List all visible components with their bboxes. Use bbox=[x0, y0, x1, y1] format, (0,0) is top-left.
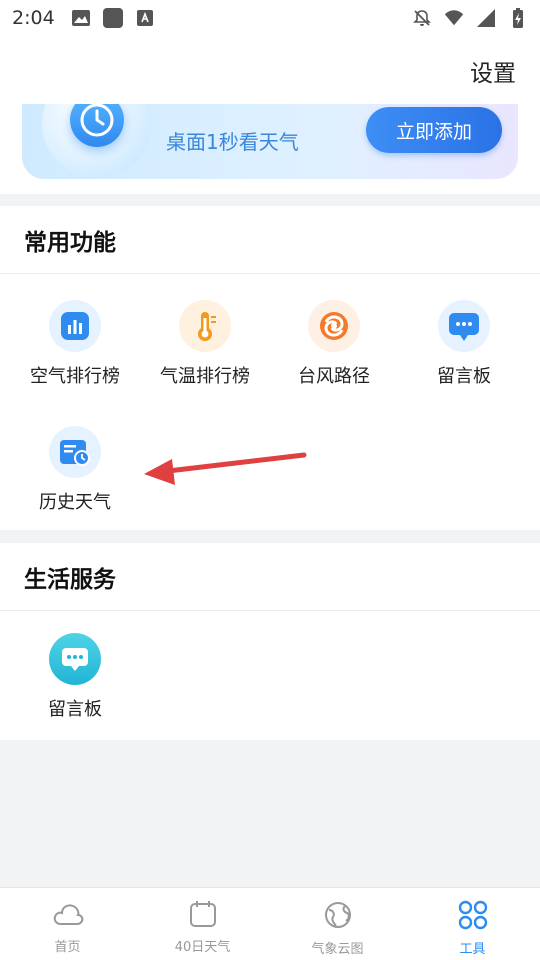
section-title: 生活服务 bbox=[0, 543, 540, 611]
tool-typhoon-path[interactable]: 台风路径 bbox=[269, 300, 399, 400]
add-widget-button[interactable]: 立即添加 bbox=[366, 107, 502, 153]
battery-icon bbox=[508, 8, 528, 28]
service-message-board[interactable]: 留言板 bbox=[10, 633, 140, 733]
tool-history-weather[interactable]: 历史天气 bbox=[10, 426, 140, 526]
tool-message-board[interactable]: 留言板 bbox=[399, 300, 529, 400]
banner-area: 桌面1秒看天气 立即添加 bbox=[0, 104, 540, 194]
calendar-icon bbox=[188, 900, 218, 932]
clock-icon bbox=[42, 104, 152, 178]
widget-banner[interactable]: 桌面1秒看天气 立即添加 bbox=[22, 104, 518, 179]
tool-label: 空气排行榜 bbox=[30, 366, 120, 387]
tab-label: 首页 bbox=[54, 940, 81, 955]
tools-icon bbox=[458, 900, 488, 934]
wifi-icon bbox=[444, 8, 464, 28]
cloud-icon bbox=[52, 900, 84, 932]
top-bar: 设置 bbox=[0, 36, 540, 104]
tool-label: 气温排行榜 bbox=[160, 366, 250, 387]
tool-label: 留言板 bbox=[48, 699, 102, 720]
font-icon bbox=[135, 8, 155, 28]
history-weather-icon bbox=[49, 426, 101, 478]
tab-satellite-cloud[interactable]: 气象云图 bbox=[270, 888, 405, 960]
tool-temperature-ranking[interactable]: 气温排行榜 bbox=[140, 300, 270, 400]
life-services-section: 生活服务 留言板 bbox=[0, 543, 540, 740]
banner-subtitle: 桌面1秒看天气 bbox=[166, 130, 299, 154]
typhoon-icon bbox=[308, 300, 360, 352]
bottom-tab-bar: 首页 40日天气 气象云图 工具 bbox=[0, 887, 540, 960]
message-board-icon bbox=[438, 300, 490, 352]
tab-label: 工具 bbox=[459, 942, 486, 957]
common-functions-section: 常用功能 空气排行榜 气温排行榜 台风路径 留言板 历史天气 bbox=[0, 206, 540, 530]
app-icon bbox=[102, 8, 123, 28]
tab-label: 40日天气 bbox=[174, 940, 231, 955]
tool-label: 留言板 bbox=[437, 366, 491, 387]
tab-home[interactable]: 首页 bbox=[0, 888, 135, 960]
section-title: 常用功能 bbox=[0, 206, 540, 274]
status-bar: 2:04 bbox=[0, 0, 540, 36]
mute-icon bbox=[412, 8, 432, 28]
air-ranking-icon bbox=[49, 300, 101, 352]
tab-label: 气象云图 bbox=[311, 942, 364, 957]
tool-label: 台风路径 bbox=[298, 366, 370, 387]
thermometer-icon bbox=[179, 300, 231, 352]
status-time: 2:04 bbox=[12, 7, 55, 29]
tool-label: 历史天气 bbox=[39, 492, 111, 513]
message-board-icon bbox=[49, 633, 101, 685]
image-icon bbox=[71, 8, 91, 28]
settings-button[interactable]: 设置 bbox=[470, 54, 516, 88]
globe-icon bbox=[323, 900, 353, 934]
signal-icon bbox=[476, 8, 496, 28]
tab-tools[interactable]: 工具 bbox=[405, 888, 540, 960]
tool-air-ranking[interactable]: 空气排行榜 bbox=[10, 300, 140, 400]
tab-40-day-weather[interactable]: 40日天气 bbox=[135, 888, 270, 960]
